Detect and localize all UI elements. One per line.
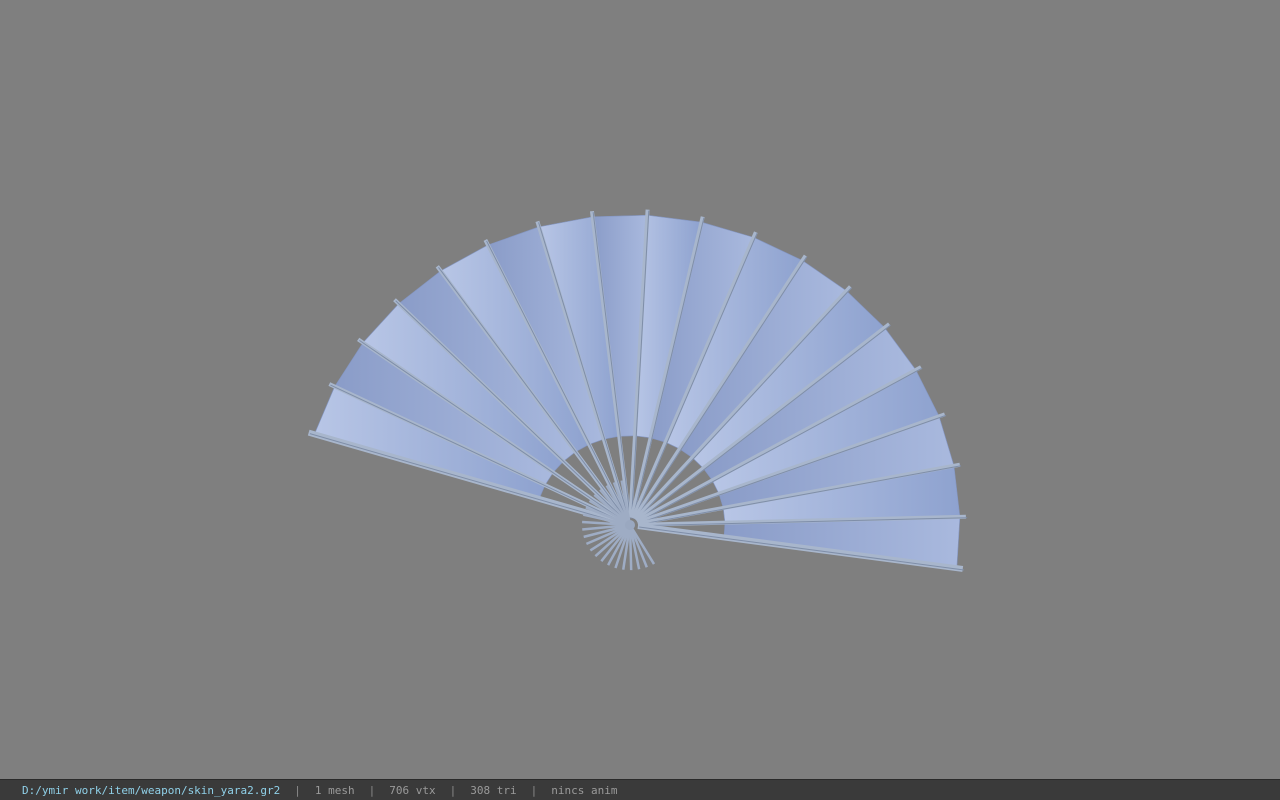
animation-status: nincs anim xyxy=(551,783,618,797)
file-path: D:/ymir work/item/weapon/skin_yara2.gr2 xyxy=(22,783,281,797)
separator: | xyxy=(449,783,457,797)
3d-viewport[interactable] xyxy=(0,0,1280,779)
separator: | xyxy=(368,783,376,797)
triangle-count: 308 tri xyxy=(470,783,517,797)
mesh-count: 1 mesh xyxy=(314,783,355,797)
separator: | xyxy=(294,783,301,797)
separator: | xyxy=(530,783,538,797)
fan-pivot xyxy=(625,520,635,530)
fan-hub-spoke xyxy=(628,528,633,571)
fan-model xyxy=(307,209,968,572)
status-bar: D:/ymir work/item/weapon/skin_yara2.gr2 … xyxy=(0,779,1280,800)
vertex-count: 706 vtx xyxy=(389,783,436,797)
